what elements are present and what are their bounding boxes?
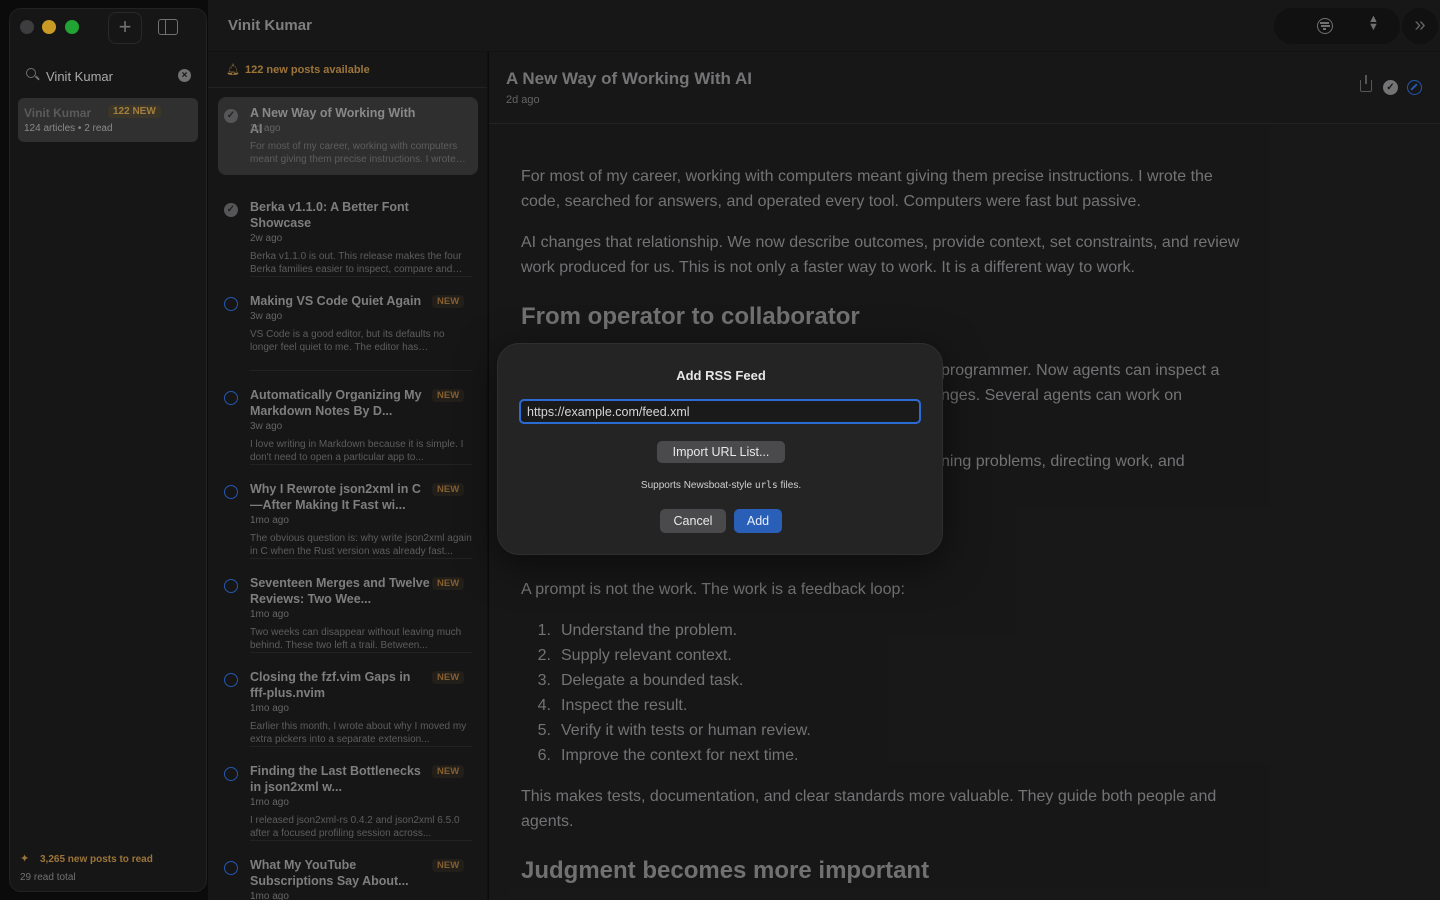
hint-code: urls — [754, 480, 778, 491]
hint-prefix: Supports Newsboat-style — [640, 480, 753, 491]
feed-url-input[interactable] — [519, 399, 921, 424]
dialog-hint: Supports Newsboat-style urls files. — [498, 480, 944, 491]
add-button[interactable]: Add — [734, 509, 782, 533]
hint-suffix: files. — [780, 480, 802, 491]
import-url-list-button[interactable]: Import URL List... — [657, 441, 785, 463]
dialog-title: Add RSS Feed — [676, 368, 766, 383]
cancel-button[interactable]: Cancel — [660, 509, 726, 533]
add-rss-feed-dialog: Add RSS Feed Import URL List... Supports… — [497, 343, 943, 555]
